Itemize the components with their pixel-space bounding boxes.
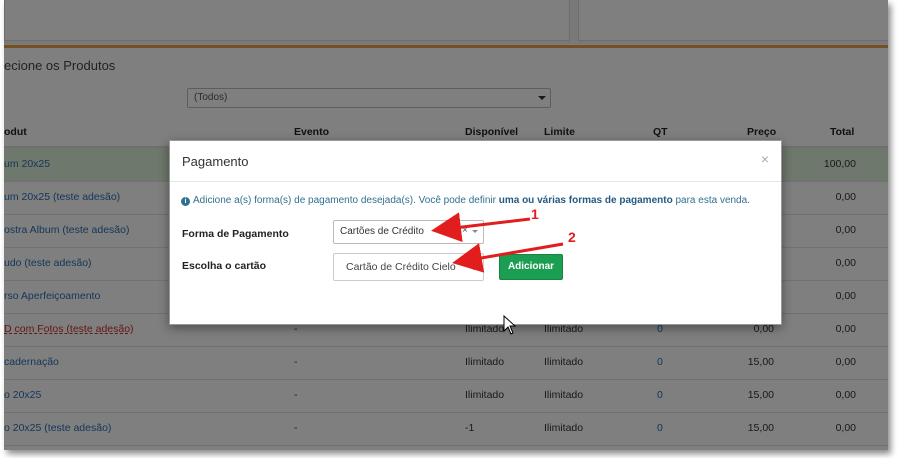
mouse-cursor-icon: [503, 315, 517, 335]
annotation-number-2: 2: [568, 229, 576, 245]
annotation-number-1: 1: [531, 206, 539, 222]
annotation-layer: [431, 212, 564, 273]
annotation-arrow-2: [452, 242, 564, 273]
annotation-arrow-1: [431, 212, 531, 243]
